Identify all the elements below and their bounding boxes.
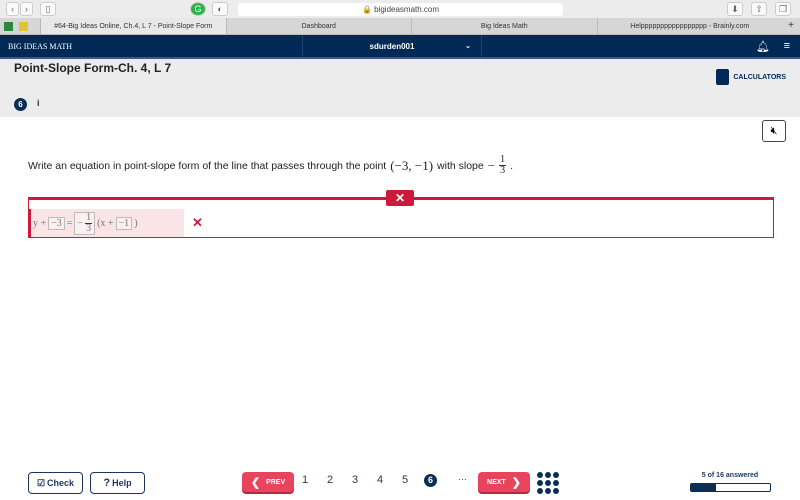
bell-icon[interactable]: 🔔︎ bbox=[756, 40, 770, 53]
y-term: y + bbox=[33, 217, 47, 229]
progress-fill bbox=[691, 484, 716, 491]
page-3[interactable]: 3 bbox=[352, 474, 358, 486]
calculators-label: CALCULATORS bbox=[733, 73, 786, 81]
user-menu[interactable]: sdurden001 ⌄ bbox=[302, 35, 482, 57]
sidebar-icon[interactable]: ▯ bbox=[40, 2, 56, 16]
calculator-icon bbox=[716, 69, 730, 85]
new-tab-button[interactable]: + bbox=[782, 18, 800, 34]
page-2[interactable]: 2 bbox=[327, 474, 333, 486]
share-icon[interactable]: ⇧ bbox=[751, 2, 767, 16]
help-button[interactable]: ? Help bbox=[90, 472, 145, 494]
slope-sign: − bbox=[487, 157, 496, 173]
prev-label: PREV bbox=[266, 478, 286, 486]
next-button[interactable]: NEXT ❯ bbox=[478, 472, 530, 492]
tabs-icon[interactable]: ❐ bbox=[775, 2, 791, 16]
chevron-down-icon: ⌄ bbox=[465, 43, 471, 50]
incorrect-badge-icon: ✕ bbox=[386, 190, 414, 206]
calculators-button[interactable]: CALCULATORS bbox=[716, 69, 786, 85]
info-icon[interactable]: i bbox=[37, 98, 40, 108]
page-1[interactable]: 1 bbox=[302, 474, 308, 486]
browser-toolbar: ‹ › ▯ G ◐ 🔒 bigideasmath.com ⬇ ⇧ ❐ bbox=[0, 0, 800, 18]
pinned-tab-icon[interactable] bbox=[19, 21, 28, 31]
check-label: Check bbox=[47, 478, 75, 488]
tab-big-ideas[interactable]: Big Ideas Math bbox=[411, 18, 597, 34]
help-label: Help bbox=[112, 478, 132, 488]
x-term: (x + bbox=[97, 217, 114, 229]
next-label: NEXT bbox=[487, 478, 506, 486]
download-icon[interactable]: ⬇ bbox=[727, 2, 743, 16]
page-header: Point-Slope Form-Ch. 4, L 7 CALCULATORS bbox=[0, 57, 800, 117]
tab-label: Big Ideas Math bbox=[480, 22, 528, 30]
question-icon: ? bbox=[103, 477, 111, 489]
forward-button[interactable]: › bbox=[20, 2, 33, 16]
answer-input-x1[interactable]: −1 bbox=[115, 216, 133, 230]
answer-input-y1[interactable]: −3 bbox=[48, 216, 65, 230]
equals: = bbox=[66, 217, 73, 229]
username: sdurden001 bbox=[369, 41, 415, 51]
question-prompt: Write an equation in point-slope form of… bbox=[28, 159, 387, 172]
point: (−3, −1) bbox=[390, 157, 434, 173]
page-5[interactable]: 5 bbox=[402, 474, 408, 486]
period: . bbox=[510, 159, 513, 172]
brand-logo[interactable]: BIG IDEAS MATH bbox=[0, 42, 302, 51]
tab-brainly[interactable]: Helppppppppppppppppp - Brainly.com bbox=[596, 18, 783, 34]
chevron-right-icon: ❯ bbox=[511, 476, 521, 489]
progress-label: 5 of 16 answered bbox=[701, 472, 759, 479]
pinned-tab-icon[interactable] bbox=[4, 21, 13, 31]
page-title: Point-Slope Form-Ch. 4, L 7 bbox=[14, 61, 172, 75]
shield-icon[interactable]: ◐ bbox=[212, 2, 228, 16]
tab-label: #64-Big Ideas Online, Ch.4, L 7 - Point-… bbox=[54, 22, 213, 30]
answer-equation: y + −3 = −1 3 (x + −1 ) ✕ bbox=[29, 209, 203, 237]
question-text: Write an equation in point-slope form of… bbox=[28, 155, 513, 176]
numerator: 1 bbox=[85, 211, 93, 224]
page-4[interactable]: 4 bbox=[377, 474, 383, 486]
tab-lesson[interactable]: #64-Big Ideas Online, Ch.4, L 7 - Point-… bbox=[40, 18, 226, 34]
url-text: bigideasmath.com bbox=[374, 5, 440, 14]
incorrect-icon: ✕ bbox=[192, 215, 203, 230]
app-navbar: BIG IDEAS MATH sdurden001 ⌄ 🔔︎ ≡ bbox=[0, 35, 800, 57]
back-button[interactable]: ‹ bbox=[6, 2, 19, 16]
audio-muted-icon[interactable]: 🔇︎ bbox=[762, 120, 786, 142]
denominator: 3 bbox=[86, 222, 92, 234]
page-current[interactable]: 6 bbox=[424, 474, 437, 487]
address-bar[interactable]: 🔒 bigideasmath.com bbox=[238, 3, 563, 16]
tab-label: Helppppppppppppppppp - Brainly.com bbox=[630, 22, 750, 30]
progress-bar bbox=[690, 483, 771, 492]
chevron-left-icon: ❮ bbox=[250, 476, 261, 489]
tab-label: Dashboard bbox=[301, 22, 336, 30]
denominator: 3 bbox=[500, 165, 506, 176]
check-button[interactable]: ☑ Check bbox=[28, 472, 83, 494]
menu-icon[interactable]: ≡ bbox=[784, 40, 790, 52]
prev-button[interactable]: ❮ PREV bbox=[242, 472, 294, 492]
slope-fraction: 13 bbox=[499, 155, 507, 176]
question-grid-icon[interactable] bbox=[537, 472, 559, 494]
slope-label: with slope bbox=[437, 159, 484, 172]
checkbox-icon: ☑ bbox=[36, 477, 46, 488]
tab-bar: #64-Big Ideas Online, Ch.4, L 7 - Point-… bbox=[0, 18, 800, 35]
question-number: 6 bbox=[14, 98, 27, 111]
page-ellipsis[interactable]: ··· bbox=[458, 474, 467, 484]
slope-fraction: 13 bbox=[85, 211, 93, 234]
tab-dashboard[interactable]: Dashboard bbox=[225, 18, 412, 34]
slope-sign: − bbox=[77, 217, 84, 229]
answer-input-slope[interactable]: −1 3 bbox=[74, 211, 96, 235]
grammarly-icon[interactable]: G bbox=[190, 2, 206, 16]
close-paren: ) bbox=[134, 217, 138, 229]
pinned-tabs[interactable] bbox=[0, 18, 40, 34]
